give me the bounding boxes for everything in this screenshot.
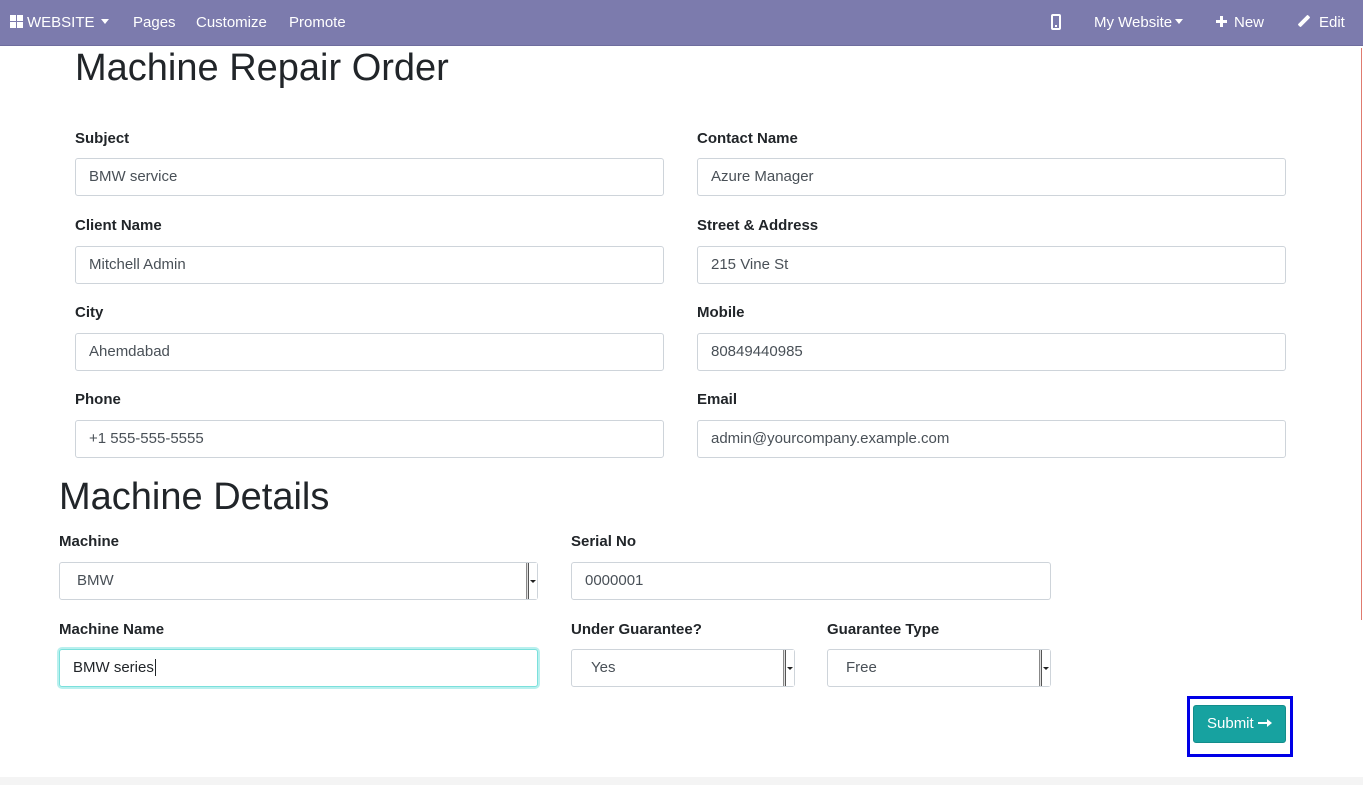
mobile-label: Mobile [697,304,745,321]
my-website-label: My Website [1094,14,1173,31]
my-website-menu[interactable]: My Website [1094,0,1184,46]
dropdown-arrow-icon [1040,650,1050,686]
under-guarantee-label: Under Guarantee? [571,621,702,638]
repair-order-title: Machine Repair Order [75,47,449,89]
submit-button-label: Submit [1207,715,1254,732]
machine-select-value: BMW [77,572,114,589]
machine-select[interactable]: BMW [59,562,538,600]
machine-details-title: Machine Details [59,476,330,518]
email-input[interactable]: admin@yourcompany.example.com [697,420,1286,458]
text-cursor [154,658,156,676]
footer-strip [0,777,1363,785]
edit-button[interactable]: Edit [1298,0,1345,46]
dropdown-arrow-icon [527,563,537,599]
serial-no-input[interactable]: 0000001 [571,562,1051,600]
edit-button-label: Edit [1319,14,1345,31]
dropdown-arrow-icon [784,650,794,686]
street-address-input[interactable]: 215 Vine St [697,246,1286,284]
machine-label: Machine [59,533,120,550]
submit-button[interactable]: Submit [1193,705,1286,743]
under-guarantee-value: Yes [591,659,616,676]
promote-menu[interactable]: Promote [289,0,346,46]
chevron-down-icon [100,18,109,24]
city-input[interactable]: Ahemdabad [75,333,664,371]
contact-name-input[interactable]: Azure Manager [697,158,1286,196]
website-topbar: WEBSITE Pages Customize Promote My Websi… [0,0,1363,46]
chevron-down-icon [1175,18,1184,24]
street-address-label: Street & Address [697,217,819,234]
plus-icon [1216,16,1227,27]
website-menu-label: WEBSITE [27,14,95,31]
page-edge-line [1361,48,1362,620]
new-button-label: New [1234,14,1265,31]
phone-label: Phone [75,391,121,408]
apps-grid-icon [10,15,23,28]
serial-no-label: Serial No [571,533,637,550]
subject-input[interactable]: BMW service [75,158,664,196]
client-name-label: Client Name [75,217,162,234]
guarantee-type-value: Free [846,659,877,676]
customize-menu[interactable]: Customize [196,0,267,46]
pencil-icon [1298,15,1311,28]
under-guarantee-select[interactable]: Yes [571,649,795,687]
client-name-input[interactable]: Mitchell Admin [75,246,664,284]
city-label: City [75,304,104,321]
website-menu[interactable]: WEBSITE [10,0,109,46]
guarantee-type-select[interactable]: Free [827,649,1051,687]
phone-input[interactable]: +1 555-555-5555 [75,420,664,458]
new-button[interactable]: New [1216,0,1264,46]
email-label: Email [697,391,738,408]
mobile-preview-icon[interactable] [1051,14,1061,30]
machine-name-value: BMW series [73,659,154,676]
machine-name-input[interactable]: BMW series [59,649,538,687]
mobile-input[interactable]: 80849440985 [697,333,1286,371]
contact-name-label: Contact Name [697,130,798,147]
guarantee-type-label: Guarantee Type [827,621,940,638]
subject-label: Subject [75,130,130,147]
arrow-right-icon [1257,719,1272,727]
machine-name-label: Machine Name [59,621,165,638]
pages-menu[interactable]: Pages [133,0,176,46]
